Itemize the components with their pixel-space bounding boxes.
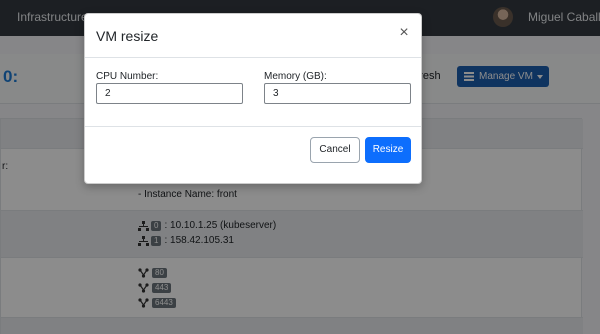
memory-label: Memory (GB): bbox=[264, 71, 327, 82]
modal-header: VM resize × bbox=[85, 14, 421, 58]
cpu-number-input[interactable] bbox=[96, 83, 243, 104]
vm-resize-modal: VM resize × CPU Number: Memory (GB): Can… bbox=[84, 13, 422, 184]
resize-button[interactable]: Resize bbox=[365, 137, 411, 163]
cancel-button[interactable]: Cancel bbox=[310, 137, 360, 163]
cpu-number-label: CPU Number: bbox=[96, 71, 159, 82]
modal-footer-divider bbox=[85, 126, 421, 127]
close-icon[interactable]: × bbox=[397, 25, 411, 41]
memory-input[interactable] bbox=[264, 83, 411, 104]
modal-title: VM resize bbox=[96, 28, 159, 44]
